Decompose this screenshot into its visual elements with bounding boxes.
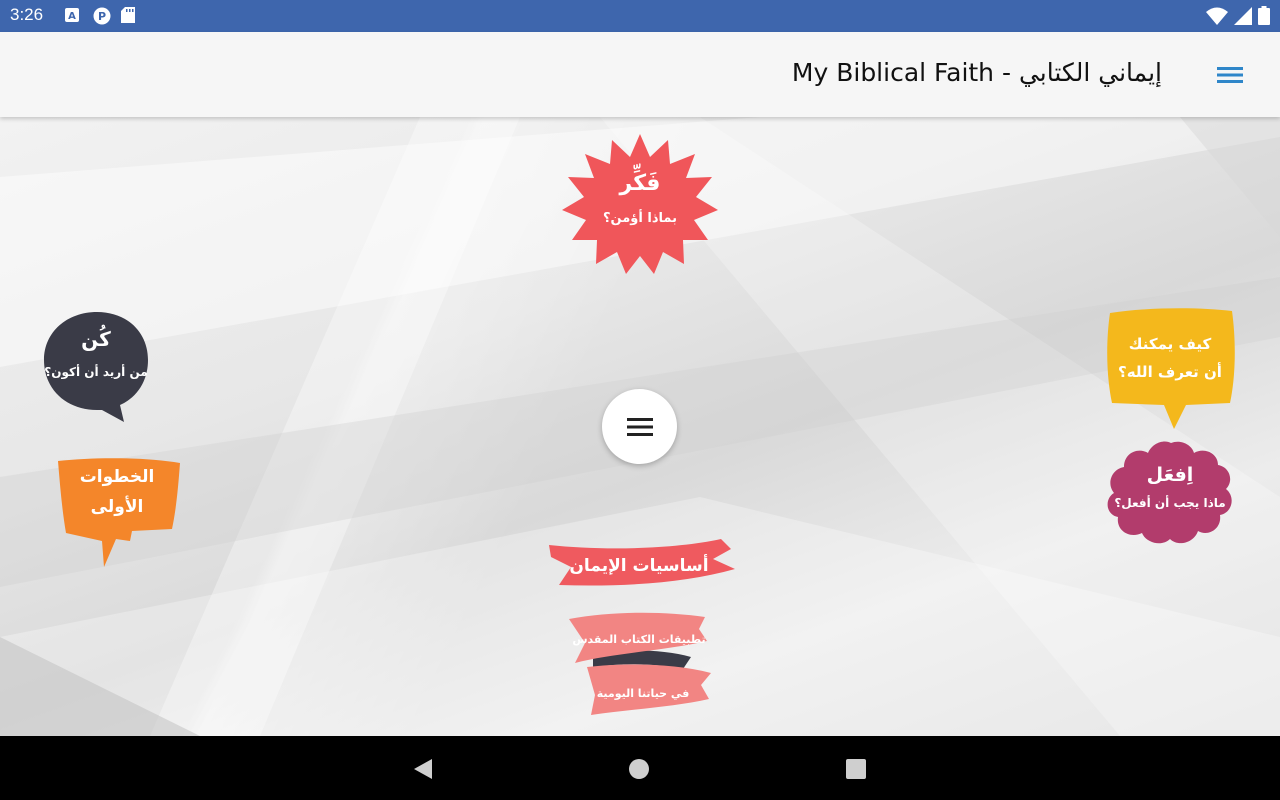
status-time: 3:26 bbox=[10, 5, 44, 24]
know-god-line2: أن تعرف الله؟ bbox=[1118, 362, 1222, 381]
basics-label: أساسيات الإيمان bbox=[569, 554, 708, 576]
back-button[interactable] bbox=[410, 756, 436, 782]
home-icon bbox=[629, 759, 649, 779]
back-icon bbox=[414, 759, 432, 779]
center-menu-button[interactable] bbox=[602, 389, 677, 464]
do-title: اِفعَل bbox=[1147, 464, 1194, 486]
do-badge[interactable]: اِفعَل ماذا يجب أن أفعل؟ bbox=[1106, 439, 1236, 549]
first-steps-line1: الخطوات bbox=[80, 467, 155, 487]
svg-text:P: P bbox=[98, 10, 106, 23]
wifi-icon bbox=[1206, 7, 1228, 29]
app-title: My Biblical Faith - إيماني الكتابي bbox=[791, 58, 1162, 87]
recents-icon bbox=[846, 759, 866, 779]
sd-card-icon bbox=[121, 7, 137, 23]
battery-icon bbox=[1258, 6, 1270, 29]
signal-icon bbox=[1234, 6, 1252, 29]
know-god-badge[interactable]: كيف يمكنك أن تعرف الله؟ bbox=[1104, 305, 1239, 435]
home-button[interactable] bbox=[626, 756, 652, 782]
hamburger-menu-button[interactable] bbox=[1216, 62, 1244, 88]
think-badge[interactable]: فَكِّر بماذا أؤمن؟ bbox=[560, 132, 720, 282]
menu-icon bbox=[626, 417, 653, 436]
hamburger-menu-icon bbox=[1217, 67, 1243, 83]
applications-line2: في حياتنا اليومية bbox=[597, 687, 690, 700]
do-subtitle: ماذا يجب أن أفعل؟ bbox=[1114, 495, 1225, 510]
status-bar: 3:26 A P bbox=[0, 0, 1280, 32]
svg-text:A: A bbox=[68, 11, 76, 22]
be-subtitle: من أريد أن أكون؟ bbox=[44, 364, 147, 380]
think-subtitle: بماذا أؤمن؟ bbox=[603, 209, 677, 226]
applications-badge[interactable]: تطبيقات الكتاب المقدس في حياتنا اليومية bbox=[563, 605, 723, 725]
home-stage: فَكِّر بماذا أؤمن؟ كُن من أريد أن أكون؟ … bbox=[0, 117, 1280, 736]
first-steps-line2: الأولى bbox=[91, 496, 144, 517]
first-steps-badge[interactable]: الخطوات الأولى bbox=[54, 455, 184, 570]
recents-button[interactable] bbox=[843, 756, 869, 782]
be-title: كُن bbox=[81, 325, 111, 351]
p-notification-icon: P bbox=[93, 7, 111, 25]
system-nav-bar bbox=[0, 736, 1280, 800]
basics-badge[interactable]: أساسيات الإيمان bbox=[545, 535, 740, 595]
be-badge[interactable]: كُن من أريد أن أكون؟ bbox=[42, 310, 152, 425]
applications-line1: تطبيقات الكتاب المقدس bbox=[572, 633, 705, 646]
know-god-line1: كيف يمكنك bbox=[1129, 335, 1212, 353]
app-bar: My Biblical Faith - إيماني الكتابي bbox=[0, 32, 1280, 117]
a-notification-icon: A bbox=[65, 7, 81, 23]
